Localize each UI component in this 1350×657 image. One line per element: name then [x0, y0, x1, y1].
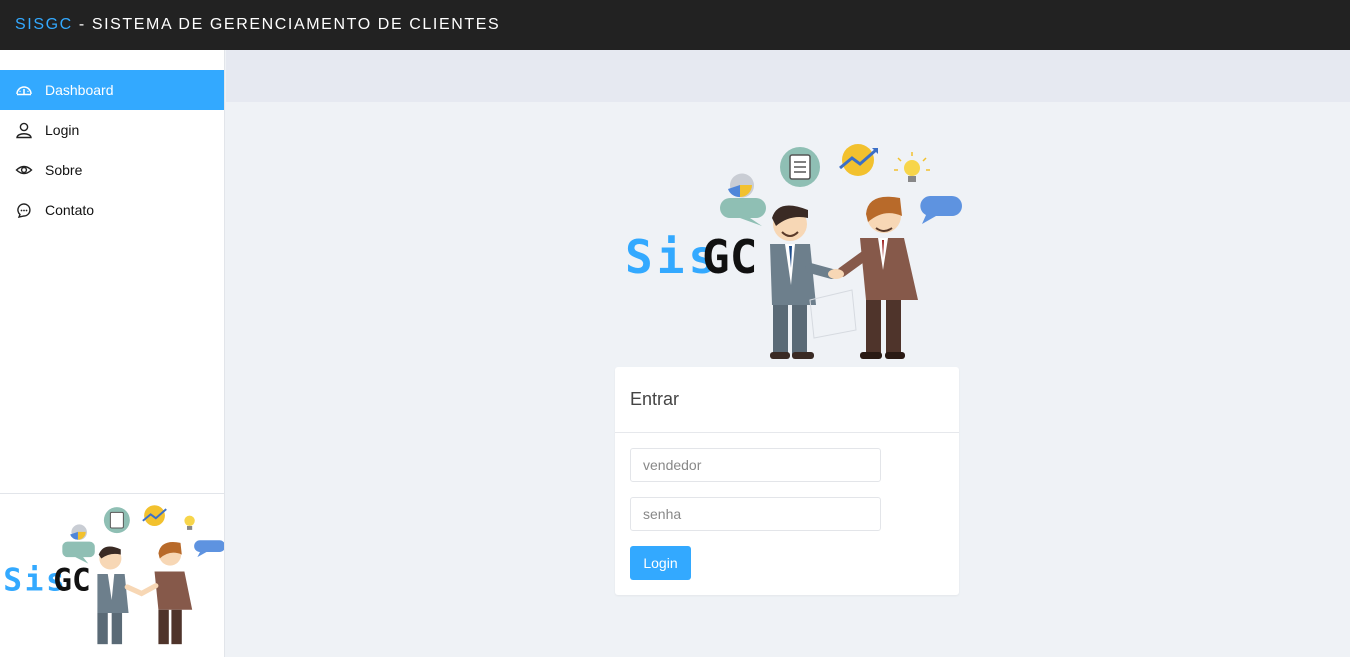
- chat-icon: [15, 201, 33, 219]
- content-header: [226, 50, 1350, 102]
- vendedor-input[interactable]: [630, 448, 881, 482]
- dashboard-icon: [15, 81, 33, 99]
- eye-icon: [15, 161, 33, 179]
- app-title[interactable]: SISGC - SISTEMA DE GERENCIAMENTO DE CLIE…: [15, 16, 500, 34]
- user-icon: [15, 121, 33, 139]
- login-card-title: Entrar: [615, 367, 959, 433]
- app-title-accent: SISGC: [15, 16, 73, 33]
- sidebar-item-contato[interactable]: Contato: [0, 190, 224, 230]
- app-title-rest: - SISTEMA DE GERENCIAMENTO DE CLIENTES: [72, 16, 501, 33]
- svg-text:GC: GC: [702, 230, 757, 284]
- login-form: Login: [615, 433, 959, 580]
- sidebar-item-label: Dashboard: [45, 82, 114, 98]
- sidebar-item-label: Login: [45, 122, 80, 138]
- sidebar-item-label: Sobre: [45, 162, 83, 178]
- hero-illustration: Sis GC: [620, 140, 965, 366]
- sidebar-nav: Dashboard Login Sobre Contato: [0, 50, 224, 230]
- sidebar-item-dashboard[interactable]: Dashboard: [0, 70, 224, 110]
- sidebar-item-login[interactable]: Login: [0, 110, 224, 150]
- login-button[interactable]: Login: [630, 546, 691, 580]
- sidebar: Dashboard Login Sobre Contato Sis GC: [0, 50, 226, 657]
- sidebar-item-sobre[interactable]: Sobre: [0, 150, 224, 190]
- sidebar-logo-illustration: Sis GC: [0, 493, 226, 657]
- sidebar-item-label: Contato: [45, 202, 95, 218]
- svg-text:GC: GC: [53, 562, 91, 598]
- senha-input[interactable]: [630, 497, 881, 531]
- top-navbar: SISGC - SISTEMA DE GERENCIAMENTO DE CLIE…: [0, 0, 1350, 50]
- login-card: Entrar Login: [615, 367, 959, 595]
